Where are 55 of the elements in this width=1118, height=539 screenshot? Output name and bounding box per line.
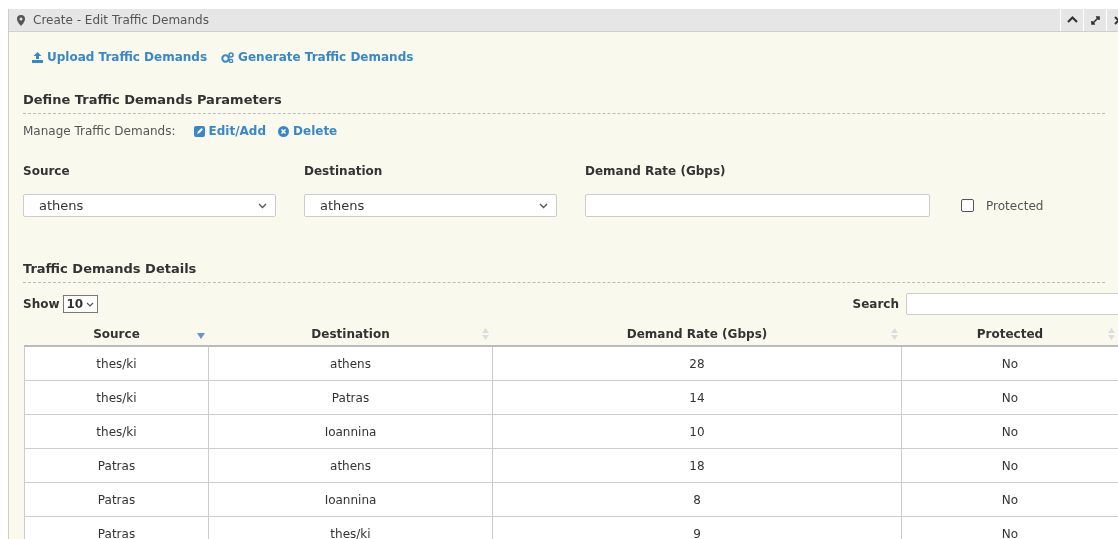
chevron-up-icon: [1066, 15, 1078, 23]
search-label: Search: [852, 297, 899, 311]
table-cell: 14: [492, 380, 902, 415]
dropdown-field[interactable]: athens: [304, 194, 557, 217]
upload-icon: [32, 51, 43, 63]
table-cell: 28: [492, 346, 902, 381]
table-cell: No: [901, 414, 1118, 449]
table-cell: 8: [492, 482, 902, 517]
table-cell: thes/ki: [24, 346, 209, 381]
table-cell: Ioannina: [208, 482, 493, 517]
search-field[interactable]: [906, 293, 1118, 315]
delete-icon: [278, 125, 290, 137]
close-icon: [1113, 15, 1118, 25]
chevron-down-icon: [258, 202, 267, 209]
checkbox-label: Protected: [986, 198, 1044, 213]
edit-link[interactable]: Edit/Add: [193, 124, 267, 138]
field-label: Demand Rate (Gbps): [585, 164, 727, 178]
table-cell: No: [901, 448, 1118, 483]
upload-link[interactable]: Upload Traffic Demands: [32, 47, 208, 67]
table-cell: 10: [492, 414, 902, 449]
table-cell: No: [901, 482, 1118, 517]
table-cell: Patras: [24, 516, 209, 539]
edit-icon: [193, 125, 205, 137]
dropdown-field[interactable]: athens: [23, 194, 276, 217]
section-heading: Traffic Demands Details: [23, 261, 1105, 283]
page-size-dropdown[interactable]: 10: [62, 295, 99, 313]
table-cell: thes/ki: [208, 516, 493, 539]
table-cell: 9: [492, 516, 902, 539]
table-cell: athens: [208, 346, 493, 381]
window-title: Create - Edit Traffic Demands: [33, 13, 210, 27]
table-cell: No: [901, 380, 1118, 415]
section-heading: Define Traffic Demands Parameters: [23, 92, 1105, 114]
input-field[interactable]: [585, 194, 930, 217]
generate-link[interactable]: Generate Traffic Demands: [221, 47, 414, 67]
table-cell: thes/ki: [24, 380, 209, 415]
expand-icon: [1090, 15, 1100, 25]
chevron-down-icon: [86, 301, 95, 307]
table-cell: thes/ki: [24, 414, 209, 449]
show-label: Show: [23, 297, 60, 311]
table-cell: Patras: [24, 482, 209, 517]
manage-label: Manage Traffic Demands:: [23, 124, 176, 138]
gears-icon: [221, 51, 235, 63]
table-cell: No: [901, 516, 1118, 539]
map-pin-icon: [17, 14, 25, 26]
table-cell: Patras: [24, 448, 209, 483]
delete-link[interactable]: Delete: [278, 124, 338, 138]
table-cell: 18: [492, 448, 902, 483]
table-cell: Ioannina: [208, 414, 493, 449]
field-label: Source: [23, 164, 71, 178]
checkbox[interactable]: [961, 199, 974, 212]
table-cell: athens: [208, 448, 493, 483]
table-cell: Patras: [208, 380, 493, 415]
table-cell: No: [901, 346, 1118, 381]
field-label: Destination: [304, 164, 384, 178]
chevron-down-icon: [539, 202, 548, 209]
